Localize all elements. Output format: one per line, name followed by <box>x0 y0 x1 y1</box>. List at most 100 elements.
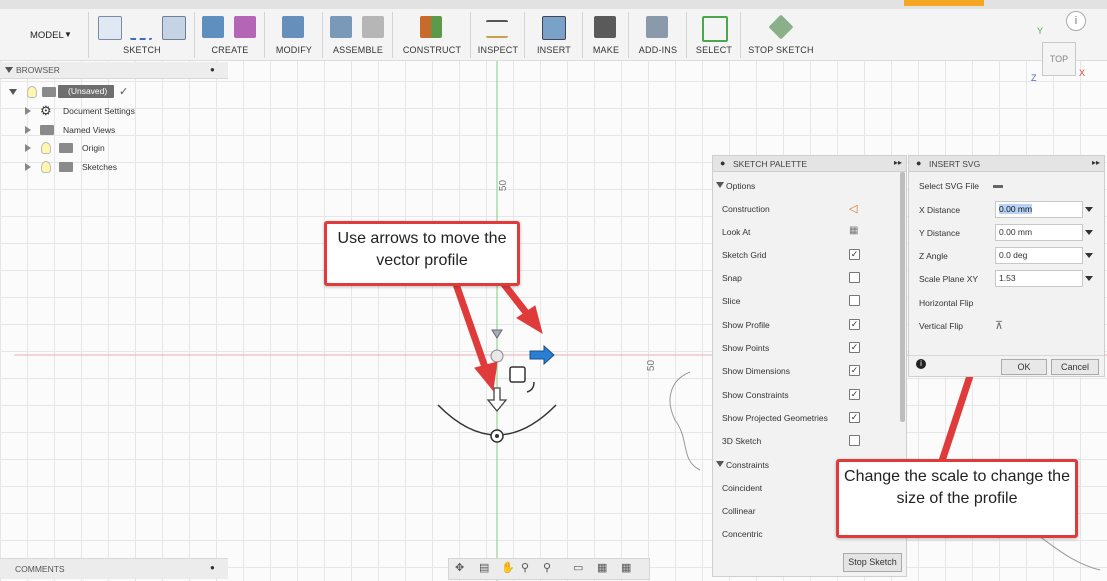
y-distance-row: Y Distance 0.00 mm <box>909 222 1104 245</box>
pattern-icon <box>234 16 256 38</box>
title-accent <box>904 0 984 6</box>
palette-header[interactable]: ● SKETCH PALETTE ▸▸ <box>713 156 906 172</box>
tree-item-named-views[interactable]: Named Views <box>0 122 228 138</box>
check-icon: ✓ <box>119 86 129 98</box>
inspect-group[interactable]: INSPECT <box>472 12 525 58</box>
show-projected-checkbox[interactable]: ✓ <box>849 412 860 423</box>
option-show-dimensions[interactable]: Show Dimensions ✓ <box>713 359 906 382</box>
option-sketch-grid[interactable]: Sketch Grid ✓ <box>713 243 906 266</box>
addins-icon <box>646 16 668 38</box>
ok-button[interactable]: OK <box>1001 359 1047 375</box>
pin-icon[interactable]: ● <box>210 65 215 74</box>
modify-group[interactable]: MODIFY <box>266 12 323 58</box>
sketch-label: SKETCH <box>123 45 161 55</box>
cancel-button[interactable]: Cancel <box>1051 359 1099 375</box>
collapse-icon[interactable]: ● <box>720 158 725 168</box>
sketch-group[interactable]: SKETCH <box>90 12 195 58</box>
stop-sketch-icon <box>768 14 794 40</box>
show-profile-checkbox[interactable]: ✓ <box>849 319 860 330</box>
visibility-bulb-icon[interactable] <box>41 161 51 173</box>
viewcube[interactable]: TOP <box>1042 42 1076 76</box>
slice-checkbox[interactable] <box>849 295 860 306</box>
tree-item-document-settings[interactable]: ⚙ Document Settings <box>0 103 228 119</box>
sketch-grid-checkbox[interactable]: ✓ <box>849 249 860 260</box>
construction-icon[interactable]: ◁ <box>849 202 857 215</box>
z-angle-row: Z Angle 0.0 deg <box>909 245 1104 268</box>
show-points-checkbox[interactable]: ✓ <box>849 342 860 353</box>
show-constraints-checkbox[interactable]: ✓ <box>849 389 860 400</box>
visibility-bulb-icon[interactable] <box>41 142 51 154</box>
fit-icon[interactable]: ⚲ <box>543 563 554 574</box>
snap-checkbox[interactable] <box>849 272 860 283</box>
folder-icon <box>59 143 73 153</box>
horizontal-flip-row[interactable]: Horizontal Flip <box>909 292 1104 315</box>
look-at-icon[interactable]: ▤ <box>479 563 490 574</box>
chevron-down-icon[interactable] <box>1085 253 1093 258</box>
option-3d-sketch[interactable]: 3D Sketch <box>713 429 906 452</box>
assemble-group[interactable]: ASSEMBLE <box>324 12 393 58</box>
make-group[interactable]: MAKE <box>584 12 629 58</box>
info-icon[interactable]: i <box>1066 11 1086 31</box>
orbit-icon[interactable]: ✥ <box>455 563 466 574</box>
expand-icon[interactable]: ▸▸ <box>1092 158 1100 167</box>
insert-svg-footer: i OK Cancel <box>909 355 1104 376</box>
workspace-switcher[interactable]: MODEL ▼ <box>0 12 89 58</box>
scale-plane-row: Scale Plane XY 1.53 <box>909 268 1104 291</box>
option-show-projected-geometries[interactable]: Show Projected Geometries ✓ <box>713 406 906 429</box>
visibility-bulb-icon[interactable] <box>27 86 37 98</box>
insert-svg-header[interactable]: ● INSERT SVG ▸▸ <box>909 156 1104 172</box>
collapse-icon[interactable]: ● <box>916 158 921 168</box>
comments-panel[interactable]: COMMENTS ● <box>0 558 228 579</box>
construct-group[interactable]: CONSTRUCT <box>394 12 471 58</box>
info-icon[interactable]: i <box>916 359 926 369</box>
vertical-flip-row[interactable]: Vertical Flip ⊼ <box>909 315 1104 338</box>
flip-icon[interactable]: ⊼ <box>995 319 1003 332</box>
insert-group[interactable]: INSERT <box>526 12 583 58</box>
option-show-constraints[interactable]: Show Constraints ✓ <box>713 383 906 406</box>
tree-item-sketches[interactable]: Sketches <box>0 159 228 175</box>
measure-icon <box>486 20 508 38</box>
option-construction[interactable]: Construction ◁ <box>713 197 906 220</box>
display-settings-icon[interactable]: ▭ <box>573 563 584 574</box>
browser-header[interactable]: BROWSER ● <box>0 62 228 79</box>
x-distance-input[interactable]: 0.00 mm <box>995 201 1083 218</box>
chevron-down-icon[interactable] <box>1085 230 1093 235</box>
zoom-icon[interactable]: ⚲ <box>521 563 532 574</box>
chevron-down-icon[interactable] <box>1085 276 1093 281</box>
axis-label-vertical: 50 <box>498 179 510 192</box>
tree-item-origin[interactable]: Origin <box>0 140 228 156</box>
select-group[interactable]: SELECT <box>688 12 741 58</box>
option-slice[interactable]: Slice <box>713 289 906 312</box>
pin-icon[interactable]: ● <box>210 563 215 572</box>
option-show-profile[interactable]: Show Profile ✓ <box>713 313 906 336</box>
scale-plane-input[interactable]: 1.53 <box>995 270 1083 287</box>
expand-icon[interactable]: ▸▸ <box>894 158 902 167</box>
document-icon <box>42 87 56 97</box>
z-angle-input[interactable]: 0.0 deg <box>995 247 1083 264</box>
stop-sketch-button[interactable]: Stop Sketch <box>843 553 902 572</box>
viewports-icon[interactable]: ▦ <box>621 563 632 574</box>
axis-y-label: Y <box>1037 26 1044 36</box>
pan-icon[interactable]: ✋ <box>501 563 515 574</box>
line-icon <box>130 16 152 40</box>
printer-icon <box>594 16 616 38</box>
create-group[interactable]: CREATE <box>196 12 265 58</box>
stop-sketch-group[interactable]: STOP SKETCH <box>742 12 820 58</box>
joint-icon <box>362 16 384 38</box>
navigation-bar: ✥ ▤ ✋ ⚲ ⚲ ▭ ▦ ▦ <box>448 558 650 580</box>
folder-open-icon[interactable]: ▬ <box>993 180 1003 191</box>
palette-scrollbar[interactable] <box>900 172 905 422</box>
show-dimensions-checkbox[interactable]: ✓ <box>849 365 860 376</box>
3d-sketch-checkbox[interactable] <box>849 435 860 446</box>
option-look-at[interactable]: Look At ▦ <box>713 220 906 243</box>
addins-group[interactable]: ADD-INS <box>630 12 687 58</box>
y-distance-input[interactable]: 0.00 mm <box>995 224 1083 241</box>
chevron-down-icon[interactable] <box>1085 207 1093 212</box>
grid-icon[interactable]: ▦ <box>597 563 608 574</box>
look-at-icon[interactable]: ▦ <box>849 225 858 236</box>
option-show-points[interactable]: Show Points ✓ <box>713 336 906 359</box>
option-snap[interactable]: Snap <box>713 266 906 289</box>
options-section[interactable]: Options <box>713 174 906 197</box>
tree-item-root[interactable]: (Unsaved) ✓ <box>0 84 228 100</box>
main-toolbar: MODEL ▼ SKETCH CREATE MODIFY ASSEMBLE CO… <box>0 0 1107 61</box>
